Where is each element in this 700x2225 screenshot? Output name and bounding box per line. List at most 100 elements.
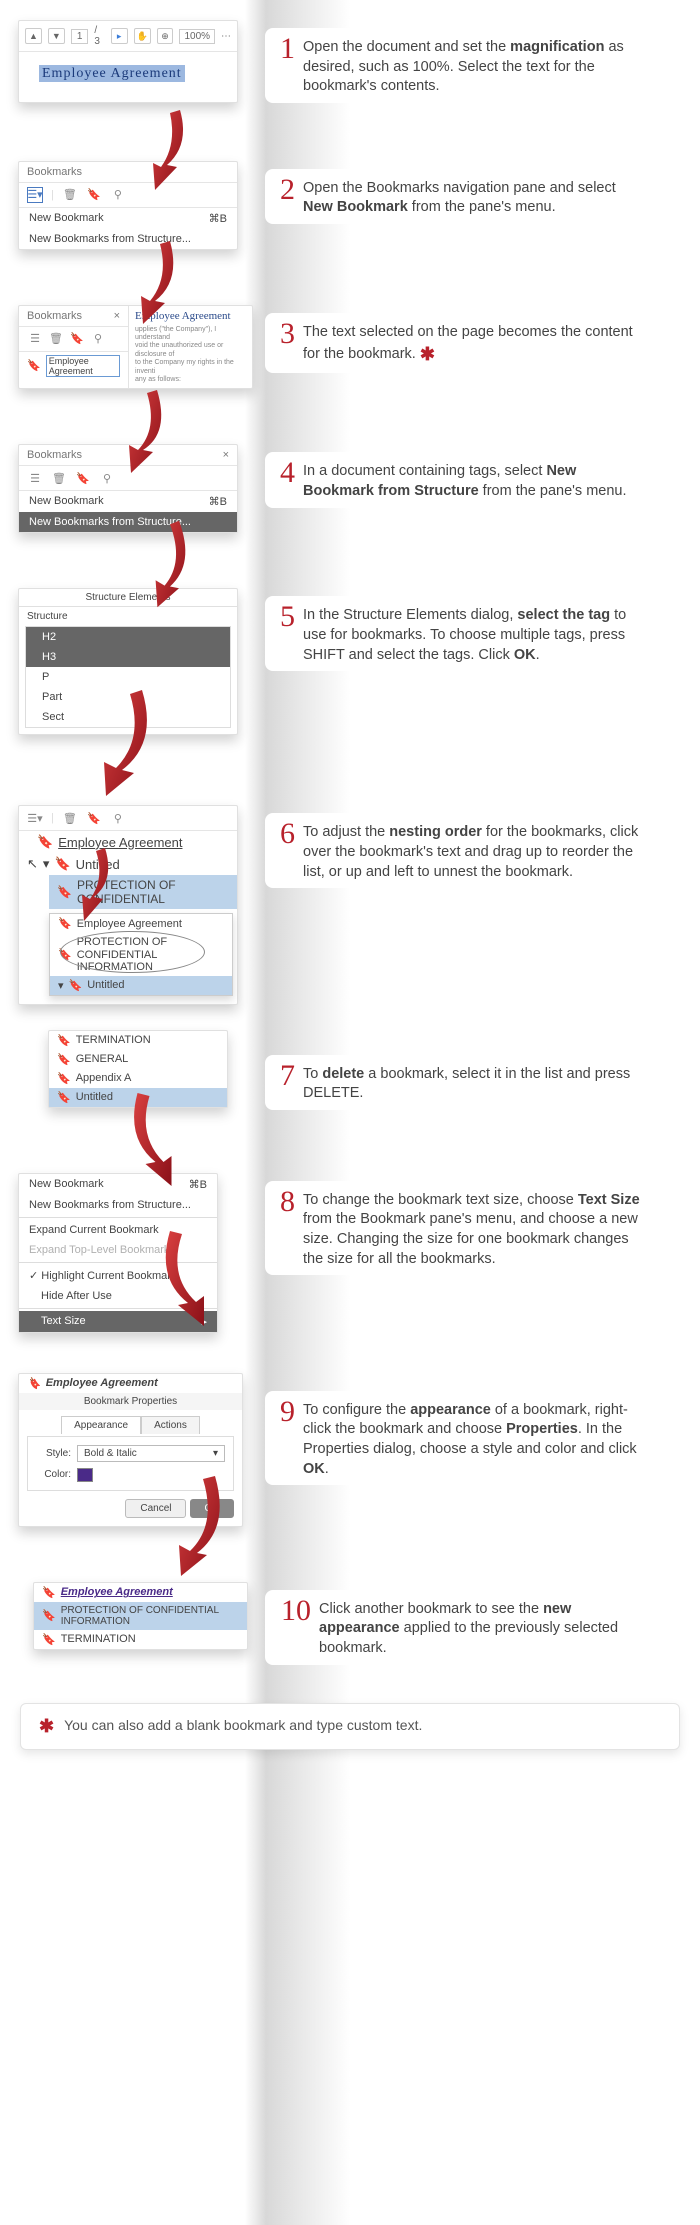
bookmark-icon: 🔖 bbox=[54, 856, 70, 872]
step-number: 2 bbox=[273, 175, 295, 205]
options-menu-icon[interactable]: ☰▾ bbox=[27, 187, 43, 203]
step-number: 5 bbox=[273, 602, 295, 632]
step-number: 3 bbox=[273, 319, 295, 349]
style-label: Style: bbox=[36, 1448, 71, 1459]
cursor-icon: ↖ bbox=[27, 856, 38, 872]
collapse-icon[interactable]: ▾ bbox=[58, 979, 64, 992]
step-text: To adjust the nesting order for the book… bbox=[303, 819, 642, 882]
options-menu-icon[interactable]: ☰ bbox=[27, 470, 43, 486]
bookmark-icon: 🔖 bbox=[69, 979, 83, 992]
asterisk-icon: ✱ bbox=[39, 1716, 54, 1736]
menu-new-from-structure[interactable]: New Bookmarks from Structure... bbox=[19, 1195, 217, 1215]
step-3: 3 The text selected on the page becomes … bbox=[265, 313, 650, 373]
step-8: 8 To change the bookmark text size, choo… bbox=[265, 1181, 650, 1275]
pane-title: Bookmarks bbox=[19, 162, 237, 182]
step-text: In a document containing tags, select Ne… bbox=[303, 458, 642, 501]
new-bookmark-icon[interactable]: 🔖 bbox=[86, 187, 102, 203]
pane-title: Bookmarks bbox=[27, 310, 82, 322]
step-5: 5 In the Structure Elements dialog, sele… bbox=[265, 596, 650, 671]
bookmark-item-selected[interactable]: 🔖PROTECTION OF CONFIDENTIAL INFORMATION bbox=[34, 1602, 247, 1630]
hand-tool-icon[interactable]: ✋ bbox=[134, 28, 151, 44]
pane-title: Bookmarks bbox=[27, 449, 82, 461]
step-number: 1 bbox=[273, 34, 295, 64]
struct-tag-p[interactable]: P bbox=[26, 667, 230, 687]
color-label: Color: bbox=[36, 1469, 71, 1480]
trash-icon[interactable]: 🗑 bbox=[48, 331, 64, 347]
doc-panel-1: ▲ ▼ 1 / 3 ▸ ✋ ⊕ 100% ⋯ Employee Agreemen… bbox=[18, 20, 238, 103]
step-text: The text selected on the page becomes th… bbox=[303, 319, 642, 367]
options-menu-icon[interactable]: ☰ bbox=[27, 331, 43, 347]
step-number: 4 bbox=[273, 458, 295, 488]
bookmark-item[interactable]: 🔖Employee Agreement bbox=[19, 352, 128, 380]
step-text: In the Structure Elements dialog, select… bbox=[303, 602, 642, 665]
bookmark-icon: 🔖 bbox=[37, 834, 53, 850]
new-bookmark-icon[interactable]: 🔖 bbox=[86, 810, 102, 826]
tab-actions[interactable]: Actions bbox=[141, 1416, 200, 1434]
bookmarks-panel-6: ☰▾ | 🗑 🔖 ⚲ 🔖Employee Agreement ↖▾🔖Untitl… bbox=[18, 805, 238, 1004]
step-text: Open the Bookmarks navigation pane and s… bbox=[303, 175, 642, 218]
more-icon[interactable]: ⋯ bbox=[221, 31, 231, 42]
bookmark-icon: 🔖 bbox=[42, 1633, 56, 1646]
step-number: 7 bbox=[273, 1061, 295, 1091]
collapse-icon[interactable]: ▾ bbox=[43, 856, 50, 872]
bookmark-icon: 🔖 bbox=[57, 1072, 71, 1085]
bookmark-item[interactable]: 🔖TERMINATION bbox=[49, 1031, 227, 1050]
page-up-icon[interactable]: ▲ bbox=[25, 28, 42, 44]
find-bookmark-icon[interactable]: ⚲ bbox=[90, 331, 106, 347]
bookmark-icon: 🔖 bbox=[42, 1586, 56, 1599]
find-bookmark-icon[interactable]: ⚲ bbox=[110, 810, 126, 826]
step-10: 10 Click another bookmark to see the new… bbox=[265, 1590, 650, 1665]
bookmark-item-selected[interactable]: ▾🔖Untitled bbox=[50, 976, 232, 995]
structure-label: Structure bbox=[19, 607, 237, 626]
options-menu-icon[interactable]: ☰▾ bbox=[27, 810, 43, 826]
struct-tag-h3[interactable]: H3 bbox=[26, 647, 230, 667]
bookmark-icon: 🔖 bbox=[27, 1377, 41, 1390]
find-bookmark-icon[interactable]: ⚲ bbox=[110, 187, 126, 203]
step-7: 7 To delete a bookmark, select it in the… bbox=[265, 1055, 650, 1110]
selected-doc-text[interactable]: Employee Agreement bbox=[39, 65, 185, 82]
bookmark-icon: 🔖 bbox=[42, 1609, 56, 1622]
trash-icon[interactable]: 🗑 bbox=[62, 810, 78, 826]
trash-icon[interactable]: 🗑 bbox=[62, 187, 78, 203]
page-down-icon[interactable]: ▼ bbox=[48, 28, 65, 44]
step-1: 1 Open the document and set the magnific… bbox=[265, 28, 650, 103]
color-swatch[interactable] bbox=[77, 1468, 93, 1482]
asterisk-icon: ✱ bbox=[420, 344, 435, 364]
dialog-title: Bookmark Properties bbox=[19, 1393, 242, 1410]
chevron-down-icon: ▾ bbox=[213, 1448, 218, 1459]
pdf-toolbar: ▲ ▼ 1 / 3 ▸ ✋ ⊕ 100% ⋯ bbox=[19, 21, 237, 52]
struct-tag-h2[interactable]: H2 bbox=[26, 627, 230, 647]
selection-tool-icon[interactable]: ▸ bbox=[111, 28, 128, 44]
bookmark-item[interactable]: 🔖GENERAL bbox=[49, 1050, 227, 1069]
bookmark-item[interactable]: 🔖PROTECTION OF CONFIDENTIAL INFORMATION bbox=[50, 933, 232, 975]
bookmark-icon: 🔖 bbox=[57, 1053, 71, 1066]
page-total: / 3 bbox=[94, 25, 104, 47]
style-select[interactable]: Bold & Italic▾ bbox=[77, 1445, 225, 1462]
step-number: 8 bbox=[273, 1187, 295, 1217]
menu-new-bookmark[interactable]: New Bookmark⌘B bbox=[19, 208, 237, 229]
trash-icon[interactable]: 🗑 bbox=[51, 470, 67, 486]
step-number: 10 bbox=[273, 1596, 311, 1626]
doc-body-text: upplies ("the Company"), I understand vo… bbox=[135, 326, 246, 385]
step-number: 6 bbox=[273, 819, 295, 849]
bookmark-item[interactable]: 🔖Appendix A bbox=[49, 1069, 227, 1088]
bookmark-item[interactable]: 🔖Employee Agreement bbox=[19, 1374, 242, 1393]
bookmark-item[interactable]: 🔖TERMINATION bbox=[34, 1630, 247, 1649]
menu-new-bookmark[interactable]: New Bookmark⌘B bbox=[19, 491, 237, 512]
bookmark-icon: 🔖 bbox=[57, 1091, 71, 1104]
tab-appearance[interactable]: Appearance bbox=[61, 1416, 141, 1434]
zoom-tool-icon[interactable]: ⊕ bbox=[157, 28, 174, 44]
new-bookmark-icon[interactable]: 🔖 bbox=[69, 331, 85, 347]
step-text: Open the document and set the magnificat… bbox=[303, 34, 642, 97]
close-icon[interactable]: × bbox=[223, 449, 229, 461]
bookmark-item[interactable]: ↖▾🔖Untitled bbox=[19, 853, 237, 875]
footnote-text: You can also add a blank bookmark and ty… bbox=[64, 1717, 422, 1733]
step-2: 2 Open the Bookmarks navigation pane and… bbox=[265, 169, 650, 224]
bookmark-item[interactable]: 🔖Employee Agreement bbox=[34, 1583, 247, 1602]
page-field[interactable]: 1 bbox=[71, 29, 89, 44]
zoom-value[interactable]: 100% bbox=[179, 29, 215, 44]
step-text: To configure the appearance of a bookmar… bbox=[303, 1397, 642, 1479]
bookmark-icon: 🔖 bbox=[57, 1034, 71, 1047]
new-bookmark-icon[interactable]: 🔖 bbox=[75, 470, 91, 486]
bookmark-item[interactable]: 🔖Employee Agreement bbox=[19, 831, 237, 853]
